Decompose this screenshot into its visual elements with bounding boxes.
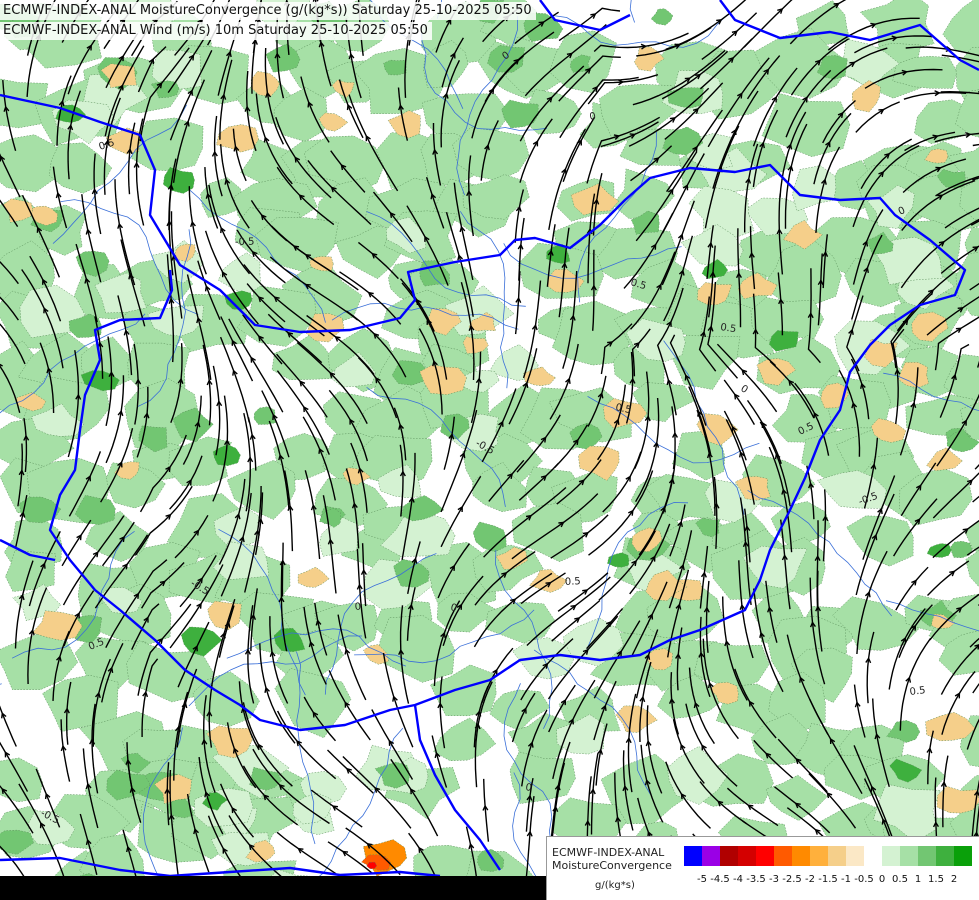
legend-tick-label: -4.5 — [710, 874, 730, 885]
legend-tick-label: 1.5 — [928, 874, 944, 885]
legend-swatch — [720, 846, 738, 866]
convergence-area-mid — [950, 540, 973, 559]
legend-swatch — [882, 846, 900, 866]
legend-title-line-2: MoistureConvergence — [552, 859, 672, 872]
legend-swatch — [684, 846, 702, 866]
map-viewport: 0 0.5 -0.5 0.5 0 -0.5 0.5 0 -0.5 0.5 0 0.5 -0.5 0 0.5 0… — [0, 0, 979, 900]
contour-label: 0 — [354, 601, 361, 613]
legend-ticks: -5 -4.5 -4 -3.5 -3 -2.5 -2 -1.5 -1 -0.5 0 0.5 1 1.5 2 — [684, 874, 972, 888]
color-legend: ECMWF-INDEX-ANAL MoistureConvergence g/(… — [546, 836, 979, 900]
contour-label: 0.5 — [720, 322, 737, 335]
map-title-line-1: ECMWF-INDEX-ANAL MoistureConvergence (g/… — [0, 2, 536, 20]
legend-tick-label: -4 — [733, 874, 743, 885]
contour-label: 0.5 — [909, 685, 926, 698]
legend-swatch — [810, 846, 828, 866]
legend-tick-label: 0 — [878, 874, 886, 885]
legend-swatch — [792, 846, 810, 866]
legend-swatch — [828, 846, 846, 866]
legend-tick-label: 0.5 — [892, 874, 908, 885]
legend-swatch — [774, 846, 792, 866]
contour-label: 0.5 — [565, 576, 581, 588]
legend-swatches — [684, 846, 972, 866]
legend-tick-label: -0.5 — [854, 874, 874, 885]
legend-tick-label: -2.5 — [782, 874, 802, 885]
legend-title-line-1: ECMWF-INDEX-ANAL — [552, 846, 665, 859]
legend-swatch — [900, 846, 918, 866]
legend-tick-label: -5 — [697, 874, 707, 885]
legend-tick-label: -3.5 — [746, 874, 766, 885]
legend-tick-label: -1.5 — [818, 874, 838, 885]
legend-tick-label: -1 — [841, 874, 851, 885]
legend-tick-label: -3 — [769, 874, 779, 885]
legend-swatch — [702, 846, 720, 866]
map-title-line-2: ECMWF-INDEX-ANAL Wind (m/s) 10m Saturday… — [0, 22, 432, 40]
legend-swatch — [738, 846, 756, 866]
legend-swatch — [756, 846, 774, 866]
contour-label: -0.5 — [235, 237, 255, 248]
legend-tick-label: 2 — [950, 874, 958, 885]
legend-swatch — [846, 846, 864, 866]
legend-tick-label: -2 — [805, 874, 815, 885]
legend-swatch — [936, 846, 954, 866]
legend-units: g/(kg*s) — [595, 880, 635, 891]
streamline — [281, 542, 284, 597]
weather-map: 00.5-0.50.50-0.50.50-0.50.500.5-0.500.50… — [0, 0, 979, 900]
legend-swatch — [954, 846, 972, 866]
legend-swatch — [864, 846, 882, 866]
legend-tick-label: 1 — [914, 874, 922, 885]
legend-swatch — [918, 846, 936, 866]
legend-title: ECMWF-INDEX-ANAL MoistureConvergence — [552, 846, 672, 872]
